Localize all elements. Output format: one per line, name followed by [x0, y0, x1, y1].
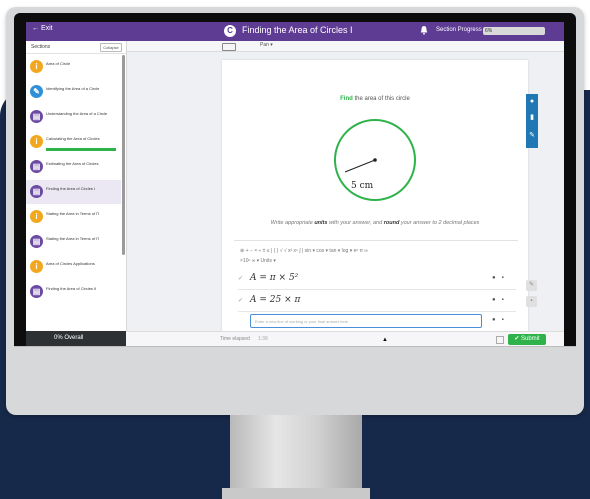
- math-editor: ⊕ + − × ÷ ± ≤ | ( ) √ √ x² xⁿ ∫ | sin ▾ …: [234, 240, 518, 329]
- math-toolbar-row[interactable]: ⊕ + − × ÷ ± ≤ | ( ) √ √ x² xⁿ ∫ | sin ▾ …: [240, 248, 368, 254]
- sidebar-item[interactable]: ▤ Estimating the Area of Circles: [26, 155, 121, 179]
- side-tools-panel: ● ▮ ✎: [526, 94, 538, 148]
- sidebar-header: Sections Collapse: [26, 41, 126, 54]
- time-elapsed-value: 1:38: [258, 336, 268, 342]
- sidebar-scrollbar[interactable]: [122, 55, 125, 255]
- time-elapsed-label: Time elapsed: [220, 336, 250, 342]
- section-progress-value: 6%: [485, 28, 493, 34]
- check-icon: ✔: [238, 276, 244, 282]
- answer-instructions: Write appropriate units with your answer…: [222, 220, 528, 226]
- circle-diagram: 5 cm: [334, 119, 416, 201]
- section-progress-label: Section Progress: [436, 27, 482, 33]
- sidebar-item-current[interactable]: ▤ Finding the Area of Circles I: [26, 180, 121, 204]
- sidebar-item[interactable]: ✎ Identifying the Area of a Circle: [26, 80, 121, 104]
- book-icon: ▤: [30, 185, 43, 198]
- pencil-icon: ✎: [30, 85, 43, 98]
- question-prompt: Find the area of this circle: [222, 96, 528, 102]
- radius-label: 5 cm: [351, 181, 374, 191]
- hint-icon[interactable]: ▪: [526, 296, 537, 307]
- top-bar: ← Exit C Finding the Area of Circles I S…: [26, 22, 564, 41]
- find-word: Find: [340, 96, 353, 102]
- instr-units: units: [314, 220, 328, 226]
- zoom-icon[interactable]: ✎: [526, 280, 537, 291]
- question-card: Find the area of this circle 5 cm Write …: [222, 60, 528, 332]
- app-logo: C: [224, 25, 236, 37]
- monitor-stand-foot: [222, 488, 370, 499]
- working-line: ✔ A = π × 5² ●▪: [238, 271, 516, 290]
- question-text: the area of this circle: [352, 96, 410, 102]
- sidebar-collapse-button[interactable]: Collapse: [100, 43, 122, 52]
- working-math[interactable]: A = π × 5²: [250, 273, 298, 283]
- sidebar-item[interactable]: i Area of Circles Applications: [26, 255, 121, 279]
- comment-icon[interactable]: ●: [528, 98, 536, 106]
- math-toolbar-row[interactable]: ×10ⁿ ∞ ▾ Units ▾: [240, 258, 276, 264]
- check-icon: ✔: [238, 298, 244, 304]
- item-progress-bar: [46, 148, 116, 151]
- sidebar-item-label: Calculating the Area of Circles: [46, 136, 100, 141]
- sidebar-item-label: Finding the Area of Circles I: [46, 186, 96, 191]
- sections-sidebar: Sections Collapse i Area of Circle ✎ Ide…: [26, 41, 127, 346]
- book-icon: ▤: [30, 235, 43, 248]
- pencil-icon[interactable]: ✎: [528, 132, 536, 140]
- monitor-stand: [230, 415, 362, 499]
- sidebar-item-label: Stating the Area in Terms of Π: [46, 211, 100, 216]
- sub-toolbar: Pan ▾: [126, 41, 564, 52]
- sidebar-item-label: Estimating the Area of Circles: [46, 161, 99, 166]
- sidebar-item[interactable]: i Area of Circle: [26, 55, 121, 79]
- bell-icon[interactable]: [420, 25, 428, 35]
- row-actions[interactable]: ●▪: [492, 275, 510, 281]
- sidebar-item[interactable]: ▤ Understanding the Area of a Circle: [26, 105, 121, 129]
- sidebar-item-label: Area of Circle: [46, 61, 71, 66]
- row-actions[interactable]: ●▪: [492, 317, 510, 323]
- working-math[interactable]: A = 25 × π: [250, 295, 300, 305]
- section-progress-bar: 6%: [483, 27, 545, 35]
- sidebar-item-label: Area of Circles Applications: [46, 261, 95, 266]
- view-toggle[interactable]: [222, 43, 236, 51]
- answer-input[interactable]: Enter a new line of working or your fina…: [250, 314, 482, 328]
- pan-dropdown[interactable]: Pan ▾: [260, 42, 273, 48]
- circle-center: [373, 158, 377, 162]
- instr-round: round: [383, 220, 400, 226]
- bottom-bar: Time elapsed 1:38 ▲ ✔ Submit: [126, 331, 564, 346]
- exit-button[interactable]: ← Exit: [32, 25, 53, 32]
- sidebar-item[interactable]: i Stating the Area in Terms of Π: [26, 205, 121, 229]
- app-window: ← Exit C Finding the Area of Circles I S…: [26, 22, 564, 346]
- instr-part: your answer to 2 decimal places: [399, 220, 480, 226]
- sidebar-item-label: Stating the Area in Terms of Π: [46, 236, 100, 241]
- sidebar-item-label: Finding the Area of Circles II: [46, 286, 97, 291]
- radius-line: [344, 159, 376, 173]
- monitor-chin-divider: [14, 346, 576, 347]
- row-actions[interactable]: ●▪: [492, 297, 510, 303]
- overall-progress-footer: 0% Overall: [26, 331, 126, 346]
- sidebar-item-label: Understanding the Area of a Circle: [46, 111, 108, 116]
- confirm-checkbox[interactable]: [496, 336, 504, 344]
- sidebar-item-label: Identifying the Area of a Circle: [46, 86, 100, 91]
- lightbulb-icon: i: [30, 210, 43, 223]
- book-icon: ▤: [30, 110, 43, 123]
- sidebar-item[interactable]: i Calculating the Area of Circles: [26, 130, 121, 154]
- trash-icon[interactable]: ▮: [528, 114, 536, 122]
- lightbulb-icon: i: [30, 260, 43, 273]
- sidebar-item[interactable]: ▤ Finding the Area of Circles II: [26, 280, 121, 304]
- mouse-cursor-icon: ▲: [382, 337, 388, 343]
- working-line-new: Enter a new line of working or your fina…: [238, 313, 516, 331]
- sidebar-title: Sections: [31, 44, 51, 50]
- overall-progress-text: 0% Overall: [54, 335, 84, 341]
- lightbulb-icon: i: [30, 135, 43, 148]
- lightbulb-icon: i: [30, 60, 43, 73]
- instr-part: with your answer, and: [327, 220, 384, 226]
- page-title: Finding the Area of Circles I: [242, 25, 353, 35]
- submit-button[interactable]: ✔ Submit: [508, 334, 546, 345]
- working-line: ✔ A = 25 × π ●▪: [238, 293, 516, 312]
- sidebar-item[interactable]: ▤ Stating the Area in Terms of Π: [26, 230, 121, 254]
- book-icon: ▤: [30, 160, 43, 173]
- instr-part: Write appropriate: [270, 220, 315, 226]
- book-icon: ▤: [30, 285, 43, 298]
